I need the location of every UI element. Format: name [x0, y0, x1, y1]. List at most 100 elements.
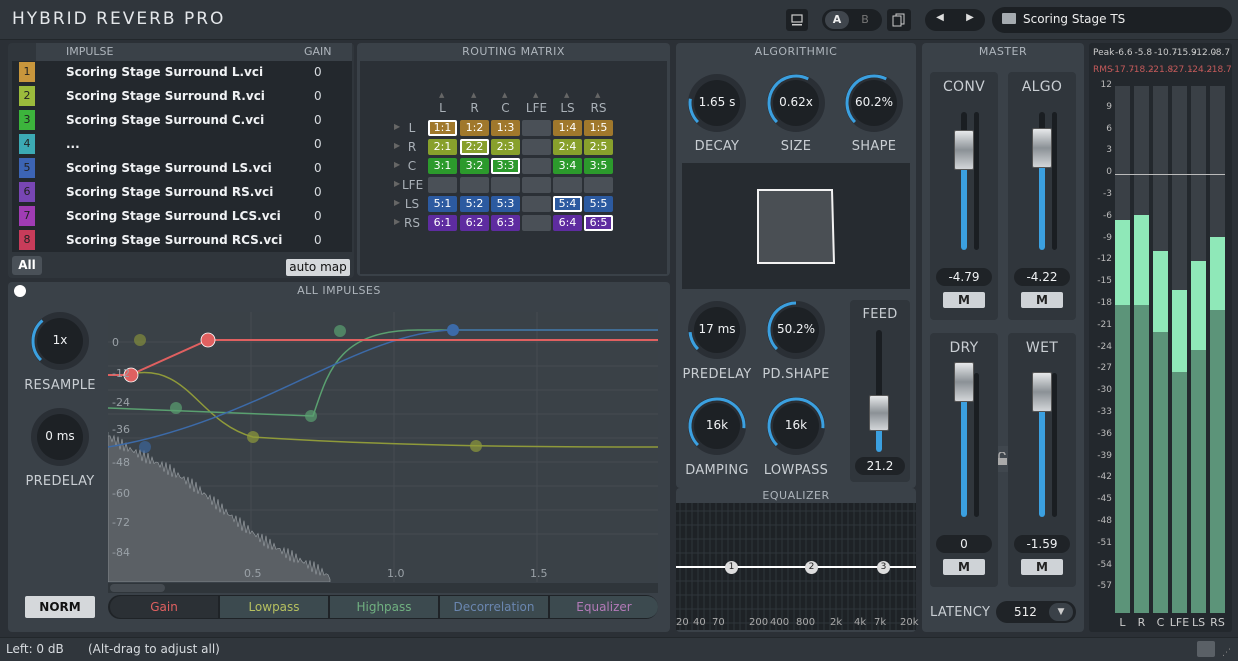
routing-cell[interactable]: 5:2	[460, 196, 489, 212]
conv-value[interactable]: -4.79	[936, 268, 992, 286]
tab-equalizer[interactable]: Equalizer	[550, 596, 658, 618]
latency-dropdown-icon[interactable]: ▼	[1049, 603, 1073, 621]
feed-value[interactable]: 21.2	[855, 457, 905, 475]
impulse-file-name[interactable]: Scoring Stage Surround RS.vci	[66, 185, 273, 199]
routing-cell[interactable]: 2:4	[553, 139, 582, 155]
routing-cell[interactable]	[553, 177, 582, 193]
routing-cell[interactable]: 6:1	[428, 215, 457, 231]
row-arrow-icon[interactable]: ▶	[394, 160, 400, 169]
impulse-gain-value[interactable]: 0	[314, 137, 322, 151]
preset-a-button[interactable]: A	[825, 11, 849, 29]
routing-cell[interactable]: 5:1	[428, 196, 457, 212]
eq-band-point[interactable]: 2	[805, 561, 818, 574]
copy-icon[interactable]	[887, 9, 911, 31]
routing-cell[interactable]: 3:2	[460, 158, 489, 174]
routing-cell[interactable]: 6:5	[584, 215, 613, 231]
eq-band-point[interactable]: 3	[877, 561, 890, 574]
impulse-number-tag[interactable]: 6	[19, 182, 35, 202]
routing-cell[interactable]: 1:1	[428, 120, 457, 136]
impulse-number-tag[interactable]: 3	[19, 110, 35, 130]
impulse-file-name[interactable]: ...	[66, 137, 80, 151]
monitor-icon[interactable]	[786, 9, 808, 31]
routing-cell[interactable]: 1:5	[584, 120, 613, 136]
impulse-gain-value[interactable]: 0	[314, 209, 322, 223]
auto-map-button[interactable]: auto map	[286, 259, 350, 276]
impulse-number-tag[interactable]: 2	[19, 86, 35, 106]
row-arrow-icon[interactable]: ▶	[394, 179, 400, 188]
routing-cell[interactable]: 6:3	[491, 215, 520, 231]
routing-cell[interactable]	[491, 177, 520, 193]
algo-mute-button[interactable]: M	[1021, 292, 1063, 308]
eq-band-point[interactable]: 1	[725, 561, 738, 574]
tab-gain[interactable]: Gain	[110, 596, 218, 618]
routing-cell[interactable]: 3:1	[428, 158, 457, 174]
routing-cell[interactable]: 1:4	[553, 120, 582, 136]
dry-value[interactable]: 0	[936, 535, 992, 553]
routing-cell[interactable]: 1:2	[460, 120, 489, 136]
routing-cell[interactable]: 3:4	[553, 158, 582, 174]
routing-cell[interactable]: 3:3	[491, 158, 520, 174]
algo-value[interactable]: -4.22	[1014, 268, 1070, 286]
resize-grip-icon[interactable]: ⋰	[1222, 648, 1234, 658]
routing-cell[interactable]: 2:1	[428, 139, 457, 155]
routing-cell[interactable]	[522, 120, 551, 136]
impulse-gain-value[interactable]: 0	[314, 89, 322, 103]
wet-value[interactable]: -1.59	[1014, 535, 1070, 553]
power-toggle[interactable]	[14, 285, 26, 297]
impulse-number-tag[interactable]: 7	[19, 206, 35, 226]
routing-cell[interactable]: 3:5	[584, 158, 613, 174]
col-arrow-icon[interactable]: ▲	[439, 91, 444, 99]
impulse-number-tag[interactable]: 4	[19, 134, 35, 154]
impulse-file-name[interactable]: Scoring Stage Surround LS.vci	[66, 161, 272, 175]
routing-cell[interactable]: 5:4	[553, 196, 582, 212]
impulse-number-tag[interactable]: 8	[19, 230, 35, 250]
routing-cell[interactable]: 2:3	[491, 139, 520, 155]
dry-fader[interactable]	[954, 362, 974, 402]
row-arrow-icon[interactable]: ▶	[394, 217, 400, 226]
routing-cell[interactable]	[460, 177, 489, 193]
conv-mute-button[interactable]: M	[943, 292, 985, 308]
routing-cell[interactable]: 1:3	[491, 120, 520, 136]
next-preset-icon[interactable]: ▶	[960, 12, 980, 28]
row-arrow-icon[interactable]: ▶	[394, 122, 400, 131]
impulse-gain-value[interactable]: 0	[314, 113, 322, 127]
preset-b-button[interactable]: B	[853, 11, 877, 29]
routing-cell[interactable]	[584, 177, 613, 193]
dry-mute-button[interactable]: M	[943, 559, 985, 575]
tab-highpass[interactable]: Highpass	[330, 596, 438, 618]
routing-cell[interactable]: 2:5	[584, 139, 613, 155]
graph-scrollbar[interactable]	[108, 583, 658, 593]
routing-cell[interactable]: 6:2	[460, 215, 489, 231]
impulse-gain-value[interactable]: 0	[314, 161, 322, 175]
feed-fader[interactable]	[869, 395, 889, 431]
impulse-number-tag[interactable]: 1	[19, 62, 35, 82]
wet-fader[interactable]	[1032, 372, 1052, 412]
impulse-gain-value[interactable]: 0	[314, 233, 322, 247]
routing-cell[interactable]: 5:3	[491, 196, 520, 212]
impulse-gain-value[interactable]: 0	[314, 185, 322, 199]
norm-button[interactable]: NORM	[25, 596, 95, 618]
routing-cell[interactable]	[522, 196, 551, 212]
impulse-number-tag[interactable]: 5	[19, 158, 35, 178]
scroll-thumb[interactable]	[110, 584, 165, 592]
routing-cell[interactable]	[522, 177, 551, 193]
algo-fader[interactable]	[1032, 128, 1052, 168]
impulse-gain-value[interactable]: 0	[314, 65, 322, 79]
col-arrow-icon[interactable]: ▲	[471, 91, 476, 99]
impulse-file-name[interactable]: Scoring Stage Surround LCS.vci	[66, 209, 281, 223]
all-button[interactable]: All	[12, 256, 42, 275]
routing-cell[interactable]: 5:5	[584, 196, 613, 212]
wet-mute-button[interactable]: M	[1021, 559, 1063, 575]
routing-cell[interactable]: 6:4	[553, 215, 582, 231]
routing-cell[interactable]	[522, 139, 551, 155]
col-arrow-icon[interactable]: ▲	[595, 91, 600, 99]
impulse-file-name[interactable]: Scoring Stage Surround C.vci	[66, 113, 264, 127]
routing-cell[interactable]	[428, 177, 457, 193]
prev-preset-icon[interactable]: ◀	[930, 12, 950, 28]
row-arrow-icon[interactable]: ▶	[394, 198, 400, 207]
conv-fader[interactable]	[954, 130, 974, 170]
tab-decorrelation[interactable]: Decorrelation	[440, 596, 548, 618]
impulse-envelope-graph[interactable]	[108, 312, 658, 582]
impulse-file-name[interactable]: Scoring Stage Surround L.vci	[66, 65, 263, 79]
impulse-file-name[interactable]: Scoring Stage Surround RCS.vci	[66, 233, 282, 247]
